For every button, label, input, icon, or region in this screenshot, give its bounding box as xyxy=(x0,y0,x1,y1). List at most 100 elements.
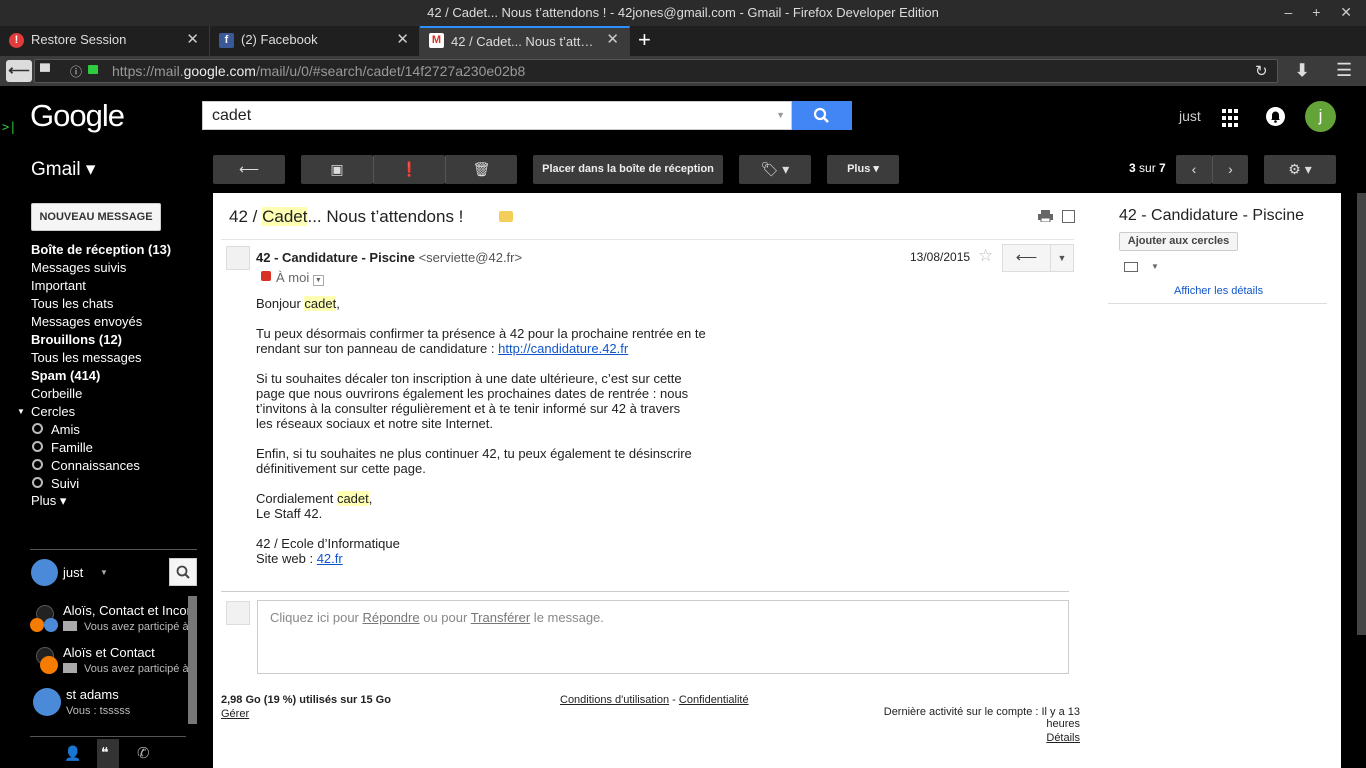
next-button[interactable]: › xyxy=(1212,155,1248,184)
more-button[interactable]: Plus ▾ xyxy=(827,155,899,184)
arrow-left-icon: ⟵ xyxy=(238,161,260,177)
star-icon[interactable]: ☆ xyxy=(978,246,993,266)
notifications-bell-icon[interactable] xyxy=(1266,107,1285,126)
sidebar-item-spam[interactable]: Spam (414) xyxy=(31,368,100,383)
person-icon[interactable]: 👤 xyxy=(64,745,81,762)
pocket-icon[interactable]: ▀ xyxy=(40,63,50,79)
new-tab-button[interactable]: + xyxy=(638,26,658,56)
sender[interactable]: 42 - Candidature - Piscine <serviette@42… xyxy=(256,250,522,265)
sidebar-circle-following[interactable]: Suivi xyxy=(51,476,79,491)
candidature-link[interactable]: http://candidature.42.fr xyxy=(498,341,628,356)
avatar[interactable] xyxy=(31,559,58,586)
label-tag-icon[interactable] xyxy=(499,211,513,222)
circle-icon xyxy=(32,423,43,434)
website-link[interactable]: 42.fr xyxy=(317,551,343,566)
search-icon xyxy=(176,565,190,579)
chevron-down-icon[interactable]: ▼ xyxy=(1151,262,1159,271)
sidebar-item-important[interactable]: Important xyxy=(31,278,86,293)
divider xyxy=(30,549,197,550)
user-name[interactable]: just xyxy=(1179,108,1201,124)
page-scrollbar[interactable] xyxy=(1357,193,1366,635)
hangouts-scrollbar[interactable] xyxy=(188,596,197,724)
email-greeting: Bonjour cadet, xyxy=(256,296,340,311)
phone-icon[interactable]: ✆ xyxy=(137,744,150,762)
sidebar-item-chats[interactable]: Tous les chats xyxy=(31,296,113,311)
account-avatar[interactable]: j xyxy=(1305,101,1336,132)
close-icon[interactable]: ✕ xyxy=(396,26,409,54)
compose-button[interactable]: NOUVEAU MESSAGE xyxy=(31,203,161,231)
previous-button[interactable]: ‹ xyxy=(1176,155,1212,184)
window-controls[interactable]: – + ✕ xyxy=(1285,0,1360,25)
hangout-conversation[interactable]: Aloïs, Contact et Inconnu Vous avez part… xyxy=(30,603,188,639)
conversation-name: Aloïs, Contact et Inconnu xyxy=(63,603,188,618)
download-icon[interactable]: ⬇ xyxy=(1295,61,1309,81)
hangouts-search-button[interactable] xyxy=(169,558,197,586)
open-new-window-icon[interactable] xyxy=(1062,210,1075,223)
avatar xyxy=(40,656,58,674)
reply-box[interactable]: Cliquez ici pour Répondre ou pour Transf… xyxy=(257,600,1069,674)
google-logo[interactable]: Google xyxy=(30,98,125,134)
sidebar-item-all-mail[interactable]: Tous les messages xyxy=(31,350,142,365)
tab-restore-session[interactable]: ! Restore Session ✕ xyxy=(0,26,210,56)
back-to-list-button[interactable]: ⟵ xyxy=(213,155,285,184)
privacy-link[interactable]: Confidentialité xyxy=(679,694,749,706)
email-closing: Cordialement cadet, xyxy=(256,491,373,506)
recipient[interactable]: À moi ▼ xyxy=(276,270,324,286)
add-to-circles-button[interactable]: Ajouter aux cercles xyxy=(1119,232,1238,251)
caret-down-icon[interactable]: ▼ xyxy=(17,407,25,416)
terms-link[interactable]: Conditions d'utilisation xyxy=(560,694,669,706)
tab-gmail[interactable]: M 42 / Cadet... Nous t’att… ✕ xyxy=(420,26,630,56)
close-icon[interactable]: ✕ xyxy=(606,26,619,54)
hangout-conversation[interactable]: st adams Vous : tsssss xyxy=(30,687,188,723)
reply-link[interactable]: Répondre xyxy=(363,610,420,625)
sidebar-item-starred[interactable]: Messages suivis xyxy=(31,260,126,275)
move-to-inbox-button[interactable]: Placer dans la boîte de réception xyxy=(533,155,723,184)
chevron-down-icon[interactable]: ▼ xyxy=(776,110,785,120)
sidebar-more[interactable]: Plus ▾ xyxy=(31,493,66,509)
hangout-conversation[interactable]: Aloïs et Contact Vous avez participé à u… xyxy=(30,645,188,681)
settings-button[interactable]: ⚙ ▾ xyxy=(1264,155,1336,184)
details-link[interactable]: Détails xyxy=(849,732,1080,744)
info-icon[interactable]: ⓘ xyxy=(70,63,82,80)
show-details-link[interactable]: Afficher les détails xyxy=(1174,285,1263,297)
search-icon xyxy=(813,107,829,123)
menu-icon[interactable]: ☰ xyxy=(1336,60,1352,81)
manage-link[interactable]: Gérer xyxy=(221,708,391,720)
archive-icon: ▣ xyxy=(330,161,344,177)
hangouts-icon[interactable]: ❝ xyxy=(101,744,109,761)
reload-icon[interactable]: ↻ xyxy=(1255,62,1268,80)
sidebar-item-inbox[interactable]: Boîte de réception (13) xyxy=(31,242,171,257)
tab-label: (2) Facebook xyxy=(241,32,318,47)
url-text[interactable]: https://mail.google.com/mail/u/0/#search… xyxy=(112,63,525,79)
search-input[interactable]: cadet ▼ xyxy=(202,101,792,130)
sidebar-item-trash[interactable]: Corbeille xyxy=(31,386,82,401)
forward-link[interactable]: Transférer xyxy=(471,610,530,625)
sidebar-circle-acquaintances[interactable]: Connaissances xyxy=(51,458,140,473)
email-icon[interactable] xyxy=(1124,262,1138,272)
search-button[interactable] xyxy=(792,101,852,130)
email-subject: 42 / Cadet... Nous t’attendons ! xyxy=(229,207,464,226)
sidebar-circle-family[interactable]: Famille xyxy=(51,440,93,455)
report-spam-button[interactable]: ❗ xyxy=(373,155,445,184)
labels-button[interactable]: 🏷 ▾ xyxy=(739,155,811,184)
delete-button[interactable]: 🗑 xyxy=(445,155,517,184)
divider xyxy=(1108,303,1327,304)
sidebar-circle-friends[interactable]: Amis xyxy=(51,422,80,437)
tab-facebook[interactable]: f (2) Facebook ✕ xyxy=(210,26,420,56)
tab-label: 42 / Cadet... Nous t’att… xyxy=(451,34,594,49)
close-icon[interactable]: ✕ xyxy=(186,26,199,54)
divider xyxy=(221,591,1069,592)
hangouts-user-name[interactable]: just xyxy=(63,565,83,580)
chevron-down-icon: ▼ xyxy=(1057,253,1067,263)
sidebar-item-drafts[interactable]: Brouillons (12) xyxy=(31,332,122,347)
back-button[interactable]: ⟵ xyxy=(6,60,32,82)
reply-button[interactable]: ⟵ xyxy=(1002,244,1051,272)
sidebar-item-sent[interactable]: Messages envoyés xyxy=(31,314,142,329)
chevron-down-icon[interactable]: ▼ xyxy=(100,568,108,577)
gmail-menu[interactable]: Gmail ▾ xyxy=(31,158,95,181)
print-icon[interactable] xyxy=(1038,210,1053,223)
archive-button[interactable]: ▣ xyxy=(301,155,373,184)
sidebar-item-circles[interactable]: Cercles xyxy=(31,404,75,419)
apps-grid-icon[interactable] xyxy=(1222,108,1240,127)
more-actions-dropdown[interactable]: ▼ xyxy=(1050,244,1074,272)
